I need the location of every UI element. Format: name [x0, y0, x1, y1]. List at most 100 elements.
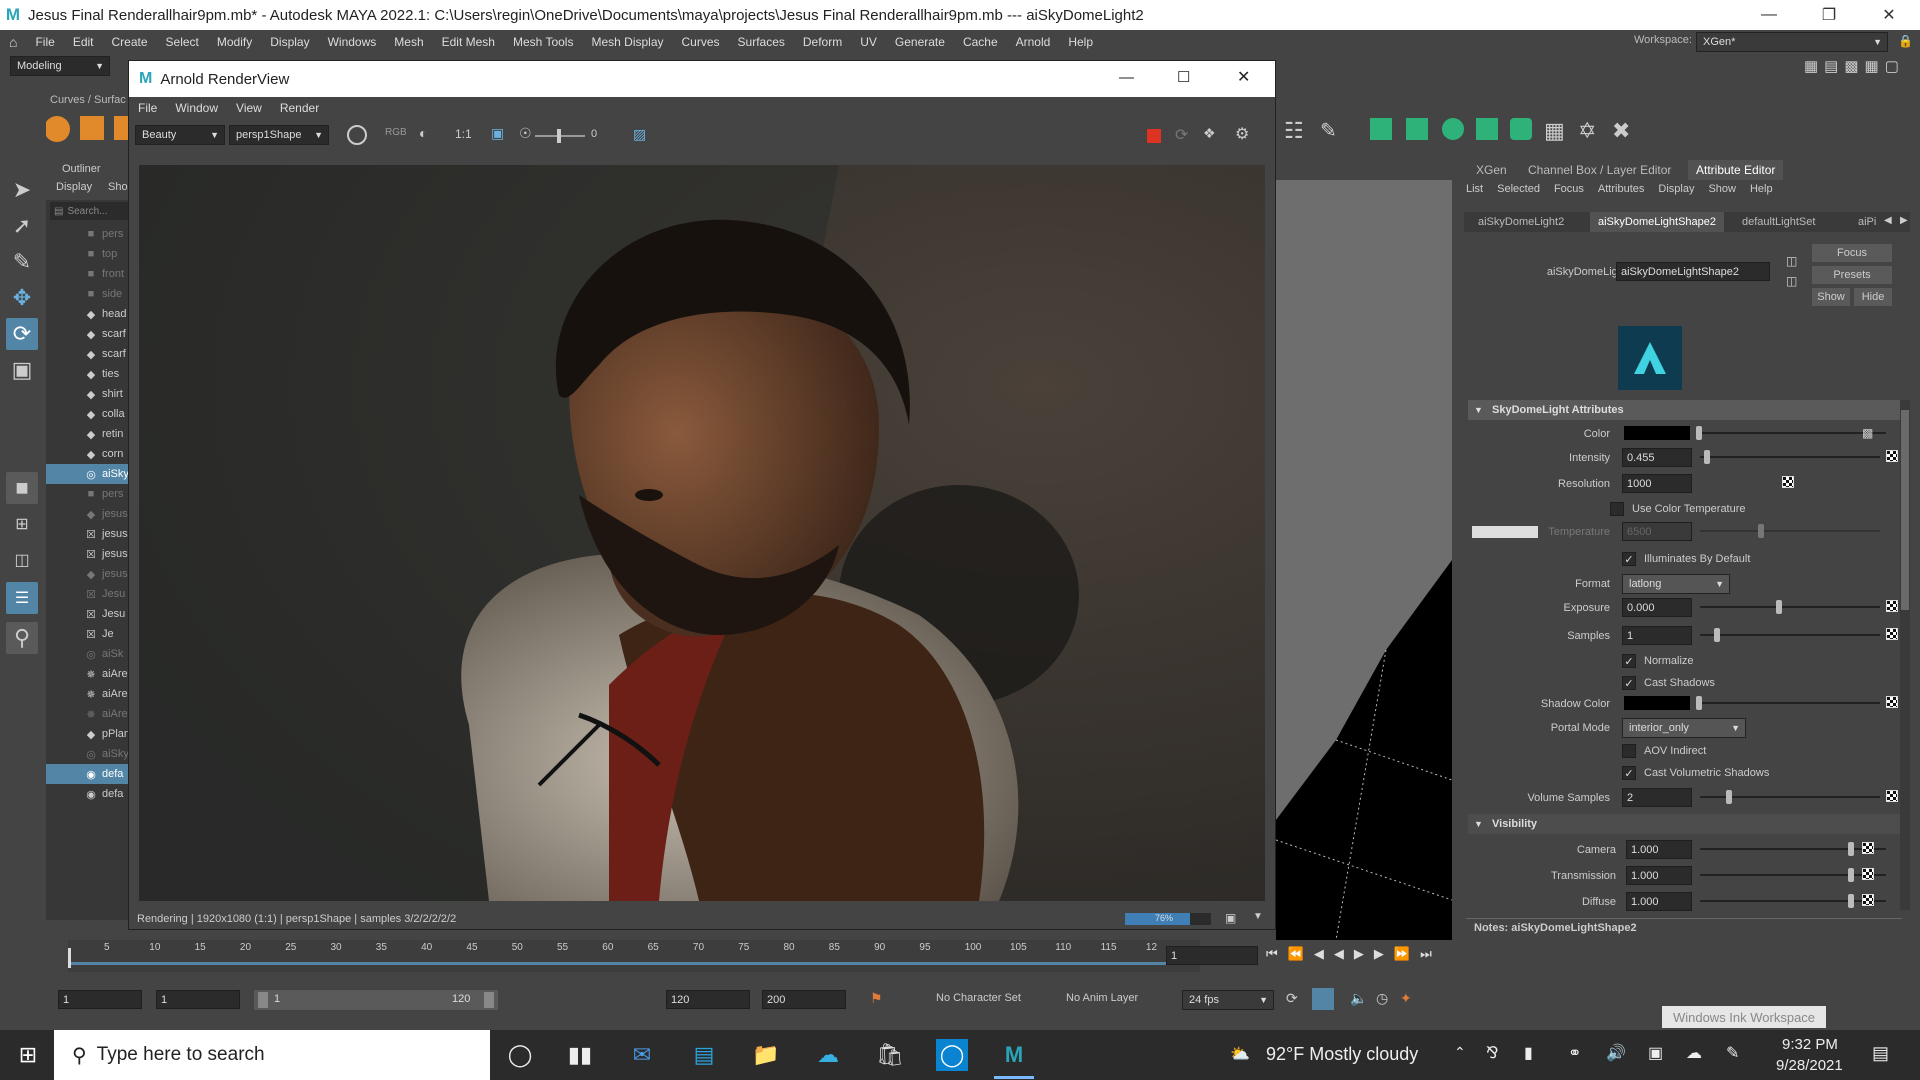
cortana-icon[interactable]: ◯ — [504, 1039, 536, 1071]
app-icon[interactable]: ▤ — [688, 1039, 720, 1071]
outliner-item[interactable]: ☒ Jesu — [46, 604, 130, 624]
exposure-slider[interactable] — [1700, 606, 1880, 608]
paste-icon[interactable]: ◫ — [1786, 274, 1797, 288]
attr-menu-focus[interactable]: Focus — [1554, 183, 1584, 195]
rv-menu-render[interactable]: Render — [271, 101, 328, 115]
maximize-button[interactable]: ☐ — [1177, 68, 1190, 86]
menu-surfaces[interactable]: Surfaces — [729, 35, 794, 49]
select-tool-icon[interactable]: ➤ — [6, 174, 38, 206]
transmission-field[interactable]: 1.000 — [1626, 866, 1692, 885]
outliner-search[interactable]: ▤ Search... — [50, 202, 128, 220]
lasso-tool-icon[interactable]: ➚ — [6, 210, 38, 242]
checker-map-icon[interactable] — [1886, 450, 1898, 462]
battery-icon[interactable]: ▮ — [1524, 1043, 1533, 1063]
menu-windows[interactable]: Windows — [319, 35, 386, 49]
temperature-slider[interactable] — [1700, 530, 1880, 532]
outliner-item[interactable]: ◆ jesus — [46, 564, 130, 584]
rgb-icon[interactable]: RGB — [385, 127, 407, 138]
outliner-item[interactable]: ☒ Je — [46, 624, 130, 644]
two-pane-layout-icon[interactable]: ◫ — [6, 544, 38, 576]
four-pane-layout-icon[interactable]: ⊞ — [6, 508, 38, 540]
range-end-handle[interactable] — [484, 992, 494, 1008]
color-swatch[interactable] — [1624, 426, 1690, 440]
menu-edit[interactable]: Edit — [64, 35, 103, 49]
clock-date[interactable]: 9/28/2021 — [1776, 1057, 1843, 1074]
stop-render-button[interactable] — [1147, 129, 1161, 143]
intensity-slider[interactable] — [1700, 456, 1880, 458]
viewport-panel[interactable] — [1275, 180, 1453, 941]
samples-slider-knob[interactable] — [1714, 628, 1720, 642]
home-icon[interactable]: ⌂ — [0, 34, 26, 50]
current-time-marker[interactable] — [68, 948, 71, 968]
store-icon[interactable]: 🛍 — [874, 1039, 906, 1071]
shadow-color-slider[interactable] — [1696, 702, 1880, 704]
pencil-icon[interactable]: ✎ — [1320, 118, 1337, 143]
timer-icon[interactable]: ◷ — [1376, 990, 1388, 1007]
focus-button[interactable]: Focus — [1812, 244, 1892, 262]
chevron-down-icon[interactable]: ▼ — [1253, 911, 1263, 922]
color-slider-knob[interactable] — [1696, 426, 1702, 440]
device-icon[interactable]: ▣ — [1648, 1043, 1663, 1063]
attr-menu-selected[interactable]: Selected — [1497, 183, 1540, 195]
log-icon[interactable]: ▨ — [633, 126, 646, 143]
map-icon[interactable]: ▩ — [1862, 426, 1873, 440]
ratio-label[interactable]: 1:1 — [455, 127, 472, 141]
bluetooth-icon[interactable]: ⅋ — [1486, 1043, 1498, 1063]
transmission-slider[interactable] — [1700, 874, 1886, 876]
maya-taskbar-icon[interactable]: M — [998, 1039, 1030, 1071]
snapshot-icon[interactable]: ▣ — [1225, 911, 1236, 925]
volume-samples-field[interactable]: 2 — [1622, 788, 1692, 807]
search-icon[interactable]: ⚲ — [6, 622, 38, 654]
character-set[interactable]: No Character Set — [936, 992, 1021, 1004]
outliner-item[interactable]: ◉ defa — [46, 764, 130, 784]
half-circle-icon[interactable]: ◐ — [419, 125, 427, 141]
bridge-icon[interactable] — [1510, 118, 1532, 140]
smooth-icon[interactable] — [1442, 118, 1464, 140]
section-skydome-attributes[interactable]: ▼ SkyDomeLight Attributes — [1468, 400, 1900, 420]
close-button[interactable]: ✕ — [1866, 0, 1912, 30]
outliner-item[interactable]: ◆ scarf — [46, 344, 130, 364]
settings-icon[interactable]: ✦ — [1400, 990, 1412, 1007]
outliner-menu-display[interactable]: Display — [56, 181, 92, 193]
transmission-slider-knob[interactable] — [1848, 868, 1854, 882]
camera-field[interactable]: 1.000 — [1626, 840, 1692, 859]
time-slider-track[interactable]: 5 10 15 20 25 30 35 40 45 50 55 60 65 70 75 80 85 90 95 100… — [68, 940, 1200, 972]
mirror-icon[interactable]: ✡ — [1578, 118, 1596, 144]
outliner-item[interactable]: ◆ ties — [46, 364, 130, 384]
node-tab-transform[interactable]: aiSkyDomeLight2 — [1470, 212, 1572, 232]
file-explorer-icon[interactable]: 📁 — [750, 1039, 782, 1071]
taskbar-search[interactable]: ⚲ Type here to search — [54, 1030, 490, 1080]
fps-dropdown[interactable]: 24 fps ▼ — [1182, 990, 1274, 1010]
ipr-icon[interactable]: ❖ — [1203, 125, 1216, 142]
attr-menu-display[interactable]: Display — [1658, 183, 1694, 195]
grid-icon[interactable]: ☷ — [1284, 118, 1304, 144]
bevel-icon[interactable] — [1476, 118, 1498, 140]
globe-icon[interactable]: ⚭ — [1568, 1043, 1581, 1063]
rv-menu-window[interactable]: Window — [166, 101, 227, 115]
menu-uv[interactable]: UV — [851, 35, 886, 49]
checker-map-icon[interactable] — [1862, 842, 1874, 854]
chevron-right-icon[interactable]: ▶ — [1900, 215, 1908, 226]
tab-attribute-editor[interactable]: Attribute Editor — [1688, 160, 1784, 180]
outliner-item[interactable]: ◆ corn — [46, 444, 130, 464]
format-dropdown[interactable]: latlong ▼ — [1622, 574, 1730, 594]
diffuse-field[interactable]: 1.000 — [1626, 892, 1692, 911]
loop-icon[interactable]: ⟳ — [1286, 990, 1298, 1007]
outliner-item[interactable]: ◆ head — [46, 304, 130, 324]
cache-playback-icon[interactable] — [1312, 988, 1334, 1010]
display-all-icon[interactable] — [347, 125, 367, 145]
checker-map-icon[interactable] — [1862, 894, 1874, 906]
scale-tool-icon[interactable]: ▣ — [6, 354, 38, 386]
range-slider[interactable]: 1 120 — [254, 990, 498, 1010]
temperature-slider-knob[interactable] — [1758, 524, 1764, 538]
layout-icons[interactable]: ▦▤▩▦▢ — [1804, 57, 1905, 75]
cast-shadows-checkbox[interactable]: ✓ — [1622, 676, 1636, 690]
checker-map-icon[interactable] — [1886, 628, 1898, 640]
temperature-field[interactable]: 6500 — [1622, 522, 1692, 541]
attr-menu-attributes[interactable]: Attributes — [1598, 183, 1644, 195]
resolution-field[interactable]: 1000 — [1622, 474, 1692, 493]
time-slider[interactable]: 5 10 15 20 25 30 35 40 45 50 55 60 65 70 75 80 85 90 95 100… — [50, 940, 1920, 972]
hide-button[interactable]: Hide — [1854, 288, 1892, 306]
outliner-item[interactable]: ✵ aiAre — [46, 704, 130, 724]
copy-tab-icon[interactable]: ◫ — [1786, 254, 1797, 268]
